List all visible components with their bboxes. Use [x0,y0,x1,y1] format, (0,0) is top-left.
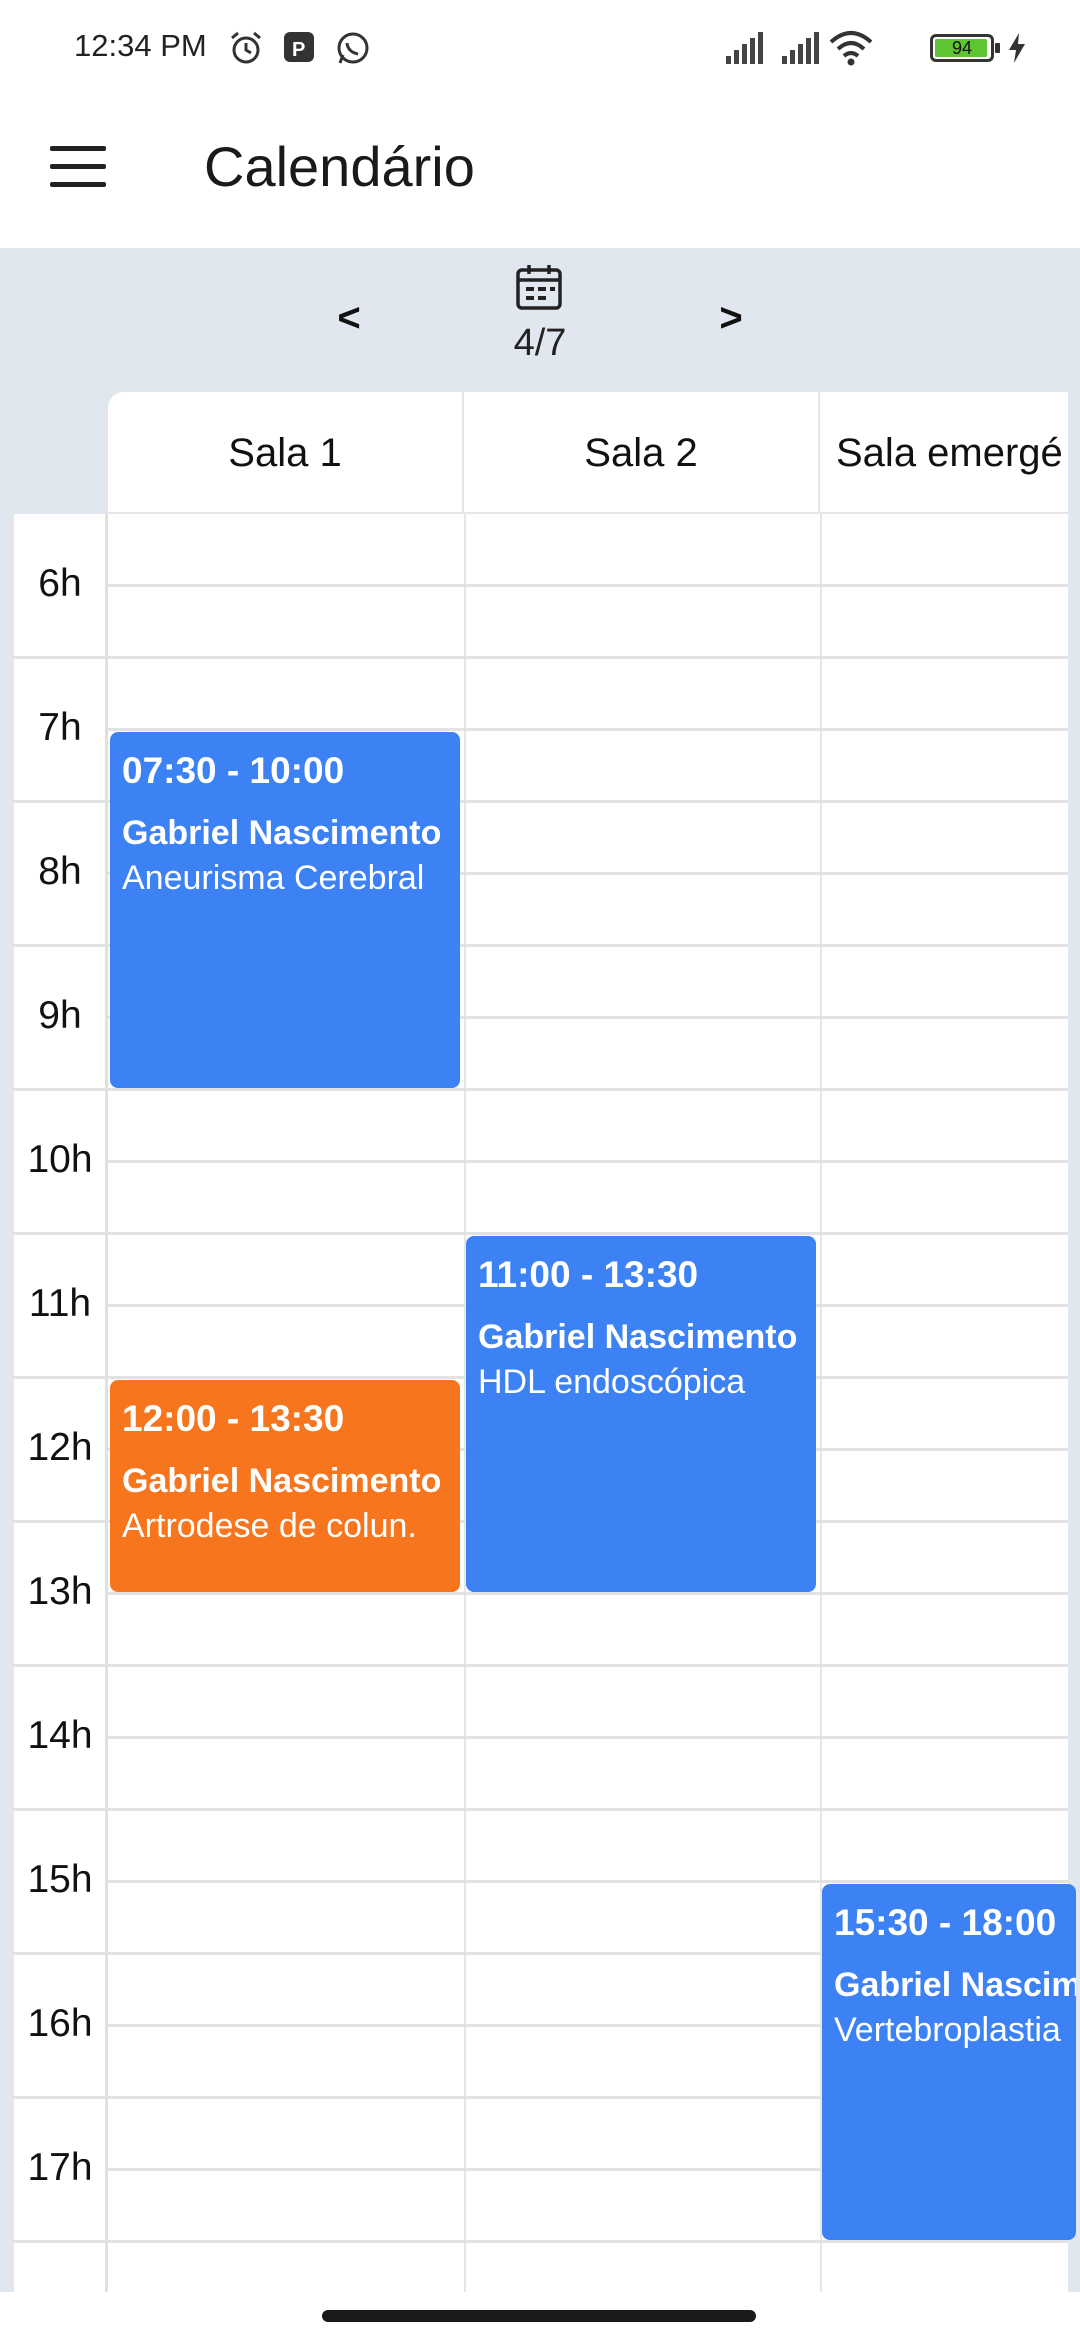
event-card[interactable]: 15:30 - 18:00 Gabriel Nascim Vertebroplast… [822,1884,1076,2240]
day-calendar[interactable]: Sala 1 Sala 2 Sala emergé 6h 7h 8h 9h 10h 11h… [0,392,1080,2292]
event-card[interactable]: 11:00 - 13:30 Gabriel Nascimento HDL endos… [466,1236,816,1592]
event-patient-name: Gabriel Nascimento [122,814,442,852]
hour-label: 14h [27,1714,93,1757]
event-procedure: Aneurisma Cerebral [122,859,425,897]
battery-level: 94 [951,38,973,58]
hour-label: 12h [27,1426,93,1469]
hour-gridline [12,1088,1068,1091]
room-header-sala-2: Sala 2 [464,392,820,514]
calendar-grid[interactable]: 6h 7h 8h 9h 10h 11h 12h 13h 14h 15h 16h 17h 07:30 -… [12,514,1076,2292]
hour-label: 10h [27,1138,93,1181]
page-title: Calendário [204,135,475,198]
half-hour-gridline [108,1160,1068,1163]
wifi-icon [829,31,873,66]
hour-gridline [12,2240,1068,2243]
home-indicator[interactable] [322,2310,756,2322]
date-navigation: < 4/7 > [0,248,1080,392]
menu-icon[interactable] [50,146,106,190]
hour-gridline [12,1808,1068,1811]
hour-label: 16h [27,2002,93,2045]
hour-gridline [12,656,1068,659]
event-patient-name: Gabriel Nascimento [122,1462,442,1500]
app-bar: Calendário [0,96,1080,248]
event-patient-name: Gabriel Nascim [834,1966,1076,2004]
event-procedure: Vertebroplastia [834,2011,1061,2049]
event-time: 12:00 - 13:30 [122,1398,345,1439]
hour-label: 9h [38,994,82,1037]
next-day-button[interactable]: > [706,296,756,341]
room-header-row: Sala 1 Sala 2 Sala emergé [108,392,1068,514]
event-patient-name: Gabriel Nascimento [478,1318,798,1356]
whatsapp-icon [337,32,369,64]
svg-text:P: P [292,39,305,61]
half-hour-gridline [108,584,1068,587]
charging-icon [1009,33,1025,63]
hour-gridline [12,1232,1068,1235]
event-card[interactable]: 07:30 - 10:00 Gabriel Nascimento Aneurisma… [110,732,460,1088]
calendar-icon[interactable] [514,262,564,312]
half-hour-gridline [108,1592,1068,1595]
half-hour-gridline [108,1880,1068,1883]
hour-gridline [12,1664,1068,1667]
hour-column: 6h 7h 8h 9h 10h 11h 12h 13h 14h 15h 16h 17h [12,514,108,2292]
alarm-icon [231,31,261,64]
status-time: 12:34 PM [74,28,207,63]
half-hour-gridline [108,1736,1068,1739]
event-procedure: HDL endoscópica [478,1363,746,1401]
event-time: 07:30 - 10:00 [122,750,345,791]
room-header-sala-1: Sala 1 [108,392,464,514]
event-time: 15:30 - 18:00 [834,1902,1057,1943]
signal-icon [726,32,763,64]
hour-label: 7h [38,706,82,749]
hour-label: 15h [27,1858,93,1901]
hour-label: 17h [27,2146,93,2189]
signal-icon [782,32,819,64]
parking-icon: P [284,32,314,62]
previous-day-button[interactable]: < [324,296,374,341]
battery-icon: 94 [930,34,1000,62]
hour-label: 13h [27,1570,93,1613]
hour-label: 8h [38,850,82,893]
status-bar: 12:34 PM P 94 [0,0,1080,96]
half-hour-gridline [108,728,1068,731]
event-procedure: Artrodese de colun. [122,1507,417,1545]
current-date[interactable]: 4/7 [470,322,610,365]
event-card[interactable]: 12:00 - 13:30 Gabriel Nascimento Artrodese… [110,1380,460,1592]
hour-label: 11h [28,1282,92,1325]
room-header-sala-emergencia: Sala emergé [836,431,1063,475]
event-time: 11:00 - 13:30 [478,1254,699,1295]
hour-label: 6h [38,562,82,605]
